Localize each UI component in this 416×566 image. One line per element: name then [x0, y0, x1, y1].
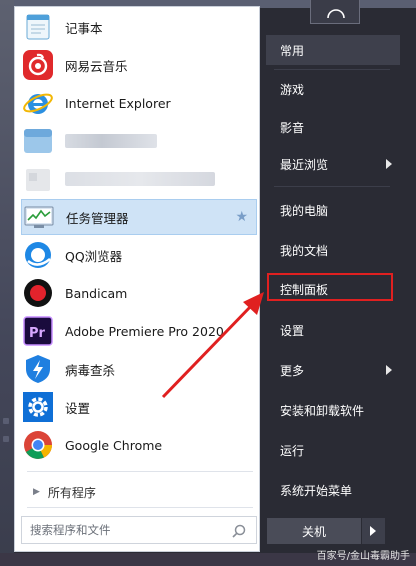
annotation-arrow [161, 292, 264, 399]
watermark: 百家号/金山毒霸助手 [316, 551, 410, 562]
